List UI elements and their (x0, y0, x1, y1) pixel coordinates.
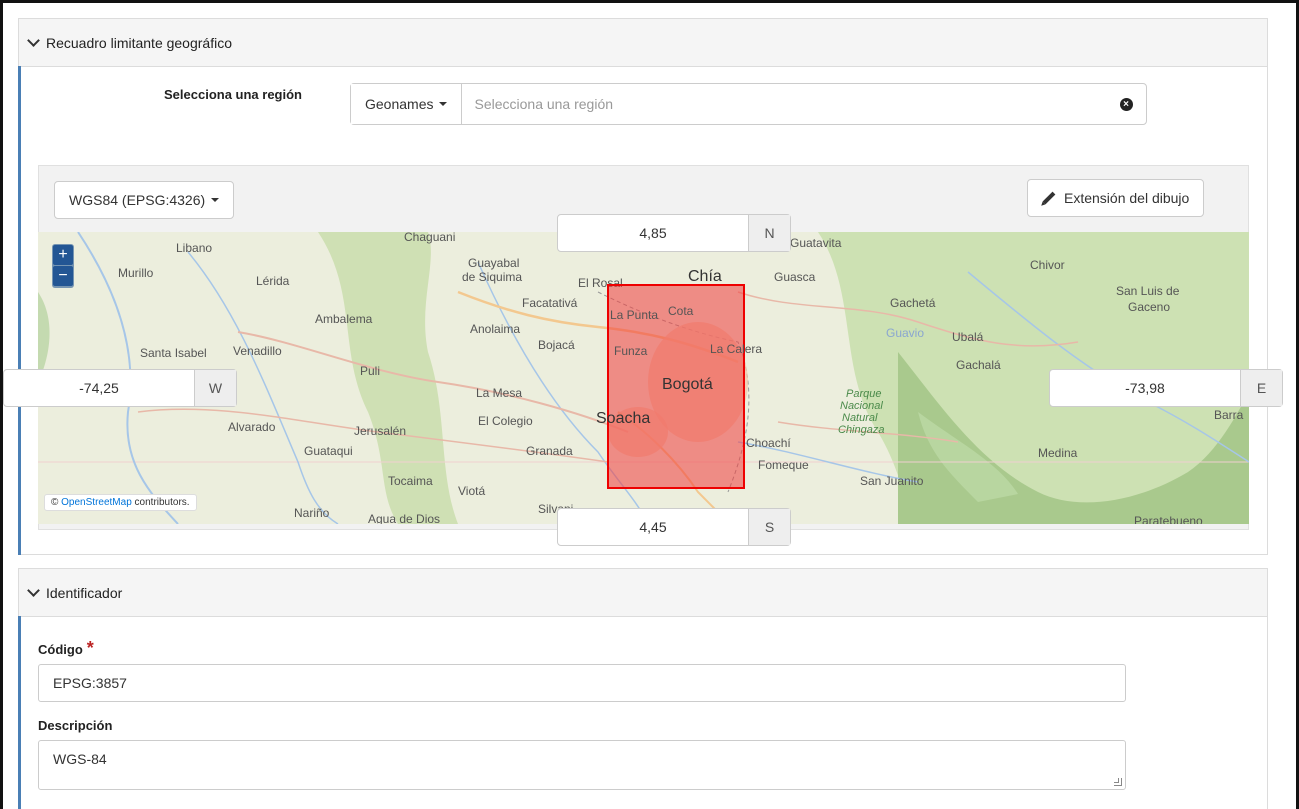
map-label: Ubalá (952, 330, 984, 344)
west-addon: W (194, 370, 236, 406)
map-label: Gachalá (956, 358, 1001, 372)
map-label: Libano (176, 241, 213, 255)
map-label: Parque (846, 388, 882, 400)
north-input[interactable]: 4,85 (558, 215, 748, 251)
map-label: Soacha (596, 410, 651, 427)
identifier-panel-title: Identificador (46, 584, 123, 601)
clear-region-button[interactable]: × (1106, 84, 1146, 124)
region-selector: Geonames Selecciona una región × (350, 83, 1147, 125)
map-label: El Colegio (478, 414, 533, 428)
map-label: La Calera (710, 342, 763, 356)
map-label: Chingaza (838, 424, 885, 436)
west-input[interactable]: -74,25 (4, 370, 194, 406)
draw-extent-button[interactable]: Extensión del dibujo (1027, 179, 1205, 217)
map-label: Guatavita (790, 236, 842, 250)
map-attribution: © OpenStreetMap contributors. (44, 494, 197, 511)
map-label: Guasca (774, 270, 816, 284)
map-label: Bogotá (662, 376, 713, 393)
map-label: Murillo (118, 266, 154, 280)
map-label: Alvarado (228, 420, 276, 434)
map-label: Agua de Dios (368, 512, 441, 524)
map-label: Viotá (458, 484, 486, 498)
crs-button-label: WGS84 (EPSG:4326) (69, 192, 206, 208)
region-search-input[interactable]: Selecciona una región (462, 84, 1106, 124)
map-label: Funza (614, 344, 648, 358)
caret-down-icon (211, 198, 220, 202)
map-label: La Punta (610, 308, 659, 322)
map-label: Nacional (840, 400, 883, 412)
map-label: Guataqui (304, 444, 353, 458)
zoom-in-button[interactable]: + (53, 245, 73, 265)
map-label: Gaceno (1128, 300, 1171, 314)
south-addon: S (748, 509, 790, 545)
attribution-prefix: © (51, 497, 59, 508)
map-label: Lérida (256, 274, 290, 288)
code-label: Código * (38, 638, 94, 659)
east-input[interactable]: -73,98 (1050, 370, 1240, 406)
geonames-dropdown-button[interactable]: Geonames (351, 84, 463, 124)
map-label: Guavio (886, 326, 925, 340)
region-label: Selecciona una región (164, 87, 302, 102)
required-asterisk: * (86, 638, 94, 658)
west-coordinate: -74,25 W (3, 369, 237, 407)
description-value: WGS-84 (53, 751, 107, 767)
map-label: Santa Isabel (140, 346, 207, 360)
description-label: Descripción (38, 718, 113, 733)
map-label: Paratebueno (1134, 514, 1203, 524)
bbox-panel-heading[interactable]: Recuadro limitante geográfico (19, 19, 1267, 67)
map-label: Ambalema (315, 312, 373, 326)
map-label: Gachetá (890, 296, 936, 310)
code-label-text: Código (38, 642, 83, 657)
map-label: Anolaima (470, 322, 521, 336)
identifier-accent-bar (18, 616, 21, 809)
chevron-down-icon (27, 583, 40, 597)
east-coordinate: -73,98 E (1049, 369, 1283, 407)
code-input[interactable]: EPSG:3857 (38, 664, 1126, 702)
map-label: Chivor (1030, 258, 1065, 272)
south-input[interactable]: 4,45 (558, 509, 748, 545)
map-label: de Siquima (462, 270, 523, 284)
draw-extent-label: Extensión del dibujo (1064, 190, 1190, 206)
caret-down-icon (439, 102, 448, 106)
close-circle-icon: × (1119, 97, 1133, 111)
map-label: San Juanito (860, 474, 924, 488)
pencil-icon (1042, 191, 1056, 205)
map-label: Puli (360, 364, 381, 378)
resize-handle-icon[interactable] (1114, 778, 1122, 786)
zoom-out-button[interactable]: − (53, 266, 73, 286)
map-label: Jerusalén (354, 424, 407, 438)
east-addon: E (1240, 370, 1282, 406)
geonames-button-label: Geonames (365, 96, 434, 112)
crs-dropdown-button[interactable]: WGS84 (EPSG:4326) (54, 181, 235, 219)
map-label: Cota (668, 304, 694, 318)
bbox-accent-bar (18, 66, 21, 555)
map-label: La Mesa (476, 386, 523, 400)
chevron-down-icon (27, 33, 40, 47)
map-label: Guayabal (468, 256, 520, 270)
attribution-suffix: contributors. (134, 497, 190, 508)
map-label: Choachí (746, 436, 791, 450)
openstreetmap-link[interactable]: OpenStreetMap (61, 497, 132, 508)
map-label: Nariño (294, 506, 330, 520)
south-coordinate: 4,45 S (557, 508, 791, 546)
bbox-panel-title: Recuadro limitante geográfico (46, 34, 232, 51)
map-label: Barra (1214, 408, 1244, 422)
map-label: Granada (526, 444, 573, 458)
north-coordinate: 4,85 N (557, 214, 791, 252)
zoom-control: + − (52, 244, 74, 288)
map-label: Fomeque (758, 458, 809, 472)
map-label: Medina (1038, 446, 1078, 460)
map-label: San Luis de (1116, 284, 1180, 298)
north-addon: N (748, 215, 790, 251)
map-label: Bojacá (538, 338, 575, 352)
map-label: Natural (842, 412, 878, 424)
map-label: Chaguani (404, 232, 456, 244)
identifier-panel-heading[interactable]: Identificador (19, 569, 1267, 617)
description-textarea[interactable]: WGS-84 (38, 740, 1126, 790)
map-label: Venadillo (233, 344, 282, 358)
map-label: Facatativá (522, 296, 578, 310)
map-label: Tocaima (388, 474, 433, 488)
